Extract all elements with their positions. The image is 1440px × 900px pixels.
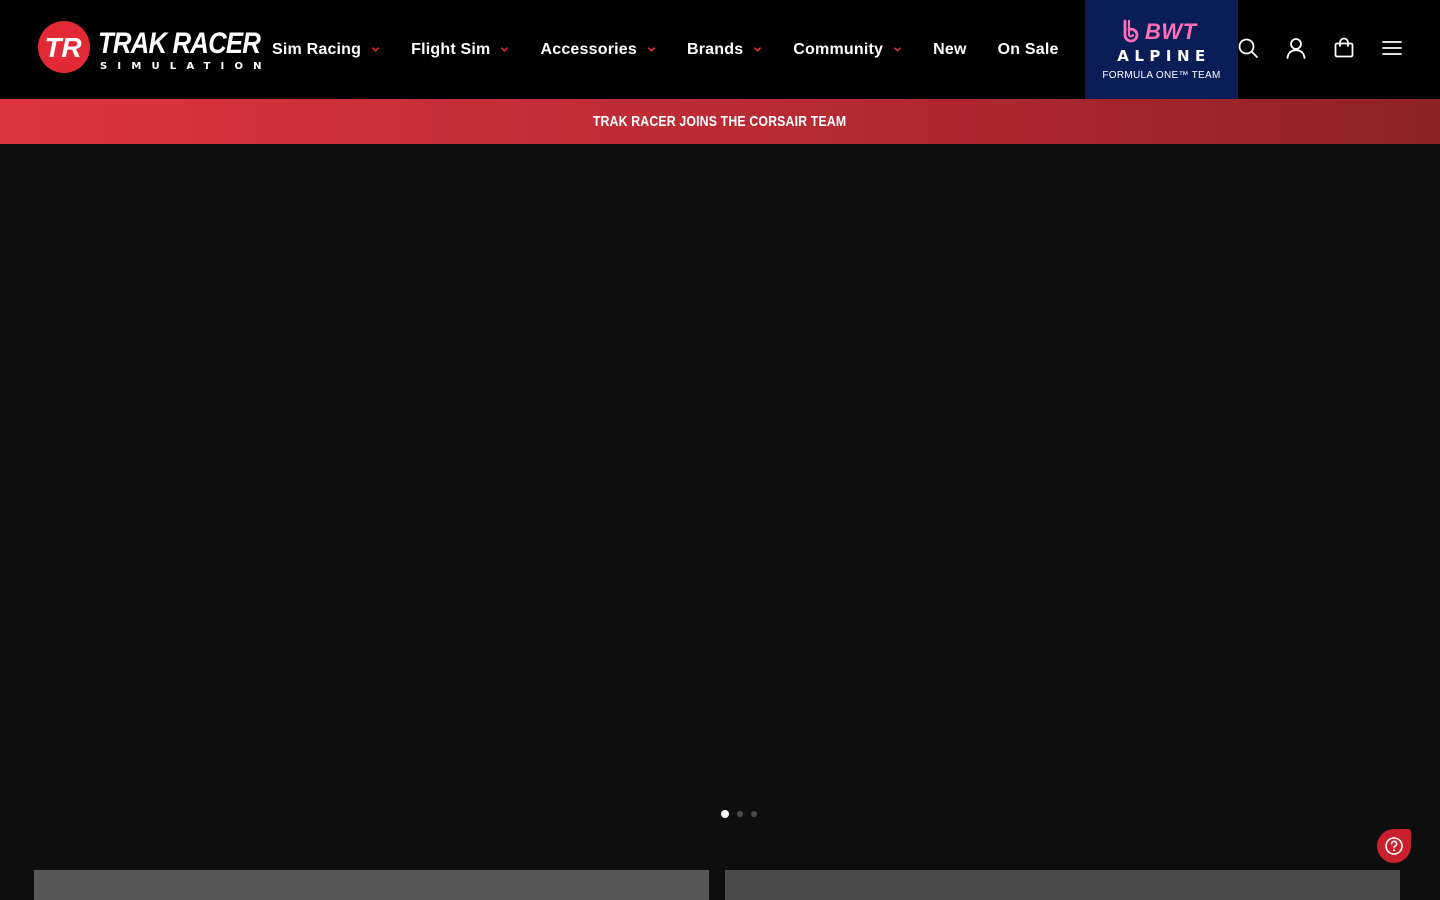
- partner-badge-alpine[interactable]: BWT ALPINE FORMULA ONE™ TEAM: [1085, 0, 1238, 99]
- slider-dot-2[interactable]: [737, 811, 743, 817]
- nav-item-flight-sim[interactable]: Flight Sim: [411, 0, 509, 99]
- chevron-down-icon: [754, 47, 762, 52]
- account-button[interactable]: [1276, 28, 1316, 68]
- chevron-down-icon: [894, 47, 902, 52]
- nav-item-community[interactable]: Community: [793, 0, 902, 99]
- announcement-link[interactable]: TRAK RACER JOINS THE CORSAIR TEAM: [593, 113, 846, 130]
- nav-item-label: Community: [793, 40, 884, 58]
- header-actions: [1228, 28, 1412, 68]
- nav-item-sim-racing[interactable]: Sim Racing: [272, 0, 380, 99]
- nav-item-brands[interactable]: Brands: [687, 0, 762, 99]
- help-icon: [1385, 837, 1403, 855]
- logo-wordmark: TRAK RACER: [98, 27, 261, 60]
- logo-subtitle: SIMULATION: [100, 61, 272, 72]
- menu-button[interactable]: [1372, 28, 1412, 68]
- promo-card-left[interactable]: [34, 870, 709, 900]
- chevron-down-icon: [501, 47, 509, 52]
- cart-icon: [1334, 37, 1354, 58]
- help-chat-button[interactable]: [1377, 829, 1411, 863]
- nav-item-label: Flight Sim: [411, 40, 491, 58]
- site-header: TR TRAK RACER SIMULATION Sim Racing Flig…: [0, 0, 1440, 99]
- cart-button[interactable]: [1324, 28, 1364, 68]
- search-button[interactable]: [1228, 28, 1268, 68]
- search-icon: [1238, 38, 1258, 58]
- formula-one-team-label: FORMULA ONE™ TEAM: [1102, 70, 1221, 81]
- bwt-drop-icon: [1123, 19, 1139, 43]
- slider-dot-3[interactable]: [751, 811, 757, 817]
- nav-item-new[interactable]: New: [933, 0, 967, 99]
- slider-dot-1[interactable]: [721, 810, 729, 818]
- slider-pagination: [721, 809, 765, 819]
- announcement-bar: TRAK RACER JOINS THE CORSAIR TEAM: [0, 99, 1440, 144]
- menu-icon: [1382, 41, 1402, 55]
- nav-item-on-sale[interactable]: On Sale: [998, 0, 1059, 99]
- logo-link[interactable]: TR TRAK RACER SIMULATION: [38, 21, 262, 75]
- nav-item-label: Accessories: [540, 40, 637, 58]
- promo-card-right[interactable]: [725, 870, 1400, 900]
- logo-mark-letters: TR: [44, 32, 82, 63]
- nav-item-accessories[interactable]: Accessories: [540, 0, 656, 99]
- bwt-wordmark: BWT: [1145, 19, 1197, 44]
- chevron-down-icon: [647, 47, 655, 52]
- nav-item-label: Brands: [686, 40, 744, 58]
- alpine-wordmark: ALPINE: [1117, 47, 1211, 65]
- hero-slider[interactable]: [0, 144, 1440, 850]
- nav-item-label: New: [933, 40, 967, 58]
- nav-item-label: On Sale: [997, 40, 1059, 58]
- nav-item-label: Sim Racing: [272, 40, 362, 58]
- trak-racer-logo-icon: TR: [38, 21, 90, 73]
- main-navigation: Sim Racing Flight Sim Accessories Brands…: [272, 0, 1059, 99]
- account-icon: [1286, 38, 1306, 59]
- bwt-brand: BWT: [1121, 17, 1197, 47]
- chevron-down-icon: [372, 47, 380, 52]
